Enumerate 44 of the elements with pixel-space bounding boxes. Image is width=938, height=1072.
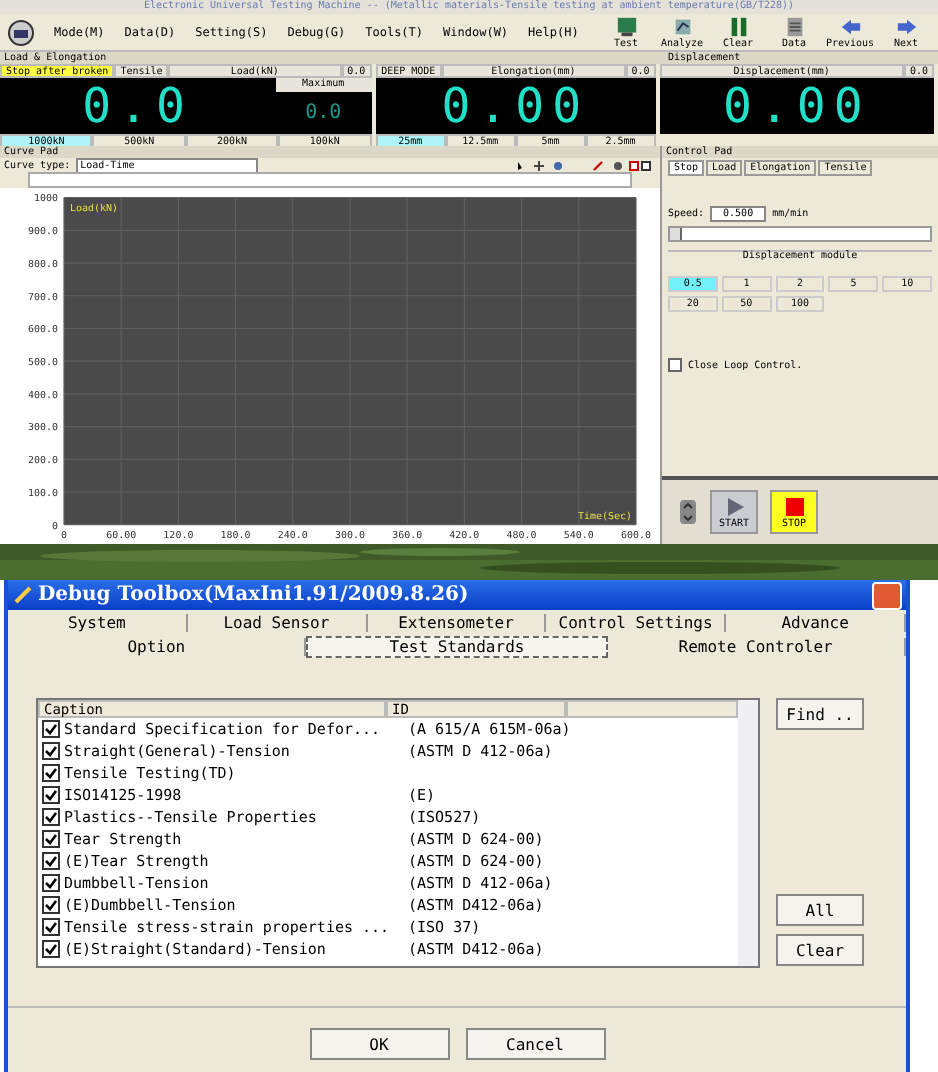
checkbox[interactable]	[42, 896, 60, 914]
checkbox[interactable]	[42, 830, 60, 848]
test-icon	[615, 15, 637, 37]
checkbox[interactable]	[42, 742, 60, 760]
digital-display: 0.00	[659, 78, 934, 134]
checkbox[interactable]	[42, 940, 60, 958]
previous-icon	[839, 15, 861, 37]
checkbox[interactable]	[42, 918, 60, 936]
chart-tools-drawing[interactable]	[514, 159, 654, 171]
checkbox[interactable]	[42, 720, 60, 738]
tab[interactable]: Load Sensor	[187, 613, 368, 631]
checkbox[interactable]	[42, 852, 60, 870]
analyze-icon	[671, 15, 693, 37]
next-icon	[895, 15, 917, 37]
tab[interactable]: Remote Controler	[607, 637, 906, 655]
digital-display: 0.0	[0, 78, 276, 134]
play-icon	[723, 496, 745, 518]
side-button[interactable]: All	[776, 894, 864, 926]
tab[interactable]: System	[8, 613, 188, 631]
side-button[interactable]: Find ..	[776, 698, 864, 730]
checkbox[interactable]	[42, 808, 60, 826]
tab[interactable]: Test Standards	[306, 635, 608, 657]
checkbox[interactable]	[42, 874, 60, 892]
data-icon	[783, 15, 805, 37]
scrollbar[interactable]	[28, 172, 632, 188]
dialog-button[interactable]: Cancel	[465, 1028, 605, 1060]
app-icon	[14, 586, 32, 604]
side-button[interactable]: Clear	[776, 934, 864, 966]
digital-display: 0.00	[375, 78, 656, 134]
clear-icon	[727, 15, 749, 37]
tab[interactable]: Advance	[726, 613, 906, 631]
checkbox[interactable]	[42, 786, 60, 804]
close-button[interactable]	[872, 581, 902, 609]
stop-icon	[783, 496, 805, 518]
tab[interactable]: Control Settings	[546, 613, 727, 631]
slider-thumb[interactable]	[670, 228, 682, 240]
dialog-button[interactable]: OK	[309, 1028, 449, 1060]
checkbox[interactable]	[42, 764, 60, 782]
tab[interactable]: Extensometer	[367, 613, 547, 631]
maximum-value: 0.0	[303, 100, 344, 128]
checkbox[interactable]	[668, 358, 682, 372]
dialog-title: Debug Toolbox(MaxIni1.91/2009.8.26)	[38, 584, 469, 606]
scrollbar[interactable]	[738, 700, 758, 966]
logo-icon	[8, 19, 34, 45]
